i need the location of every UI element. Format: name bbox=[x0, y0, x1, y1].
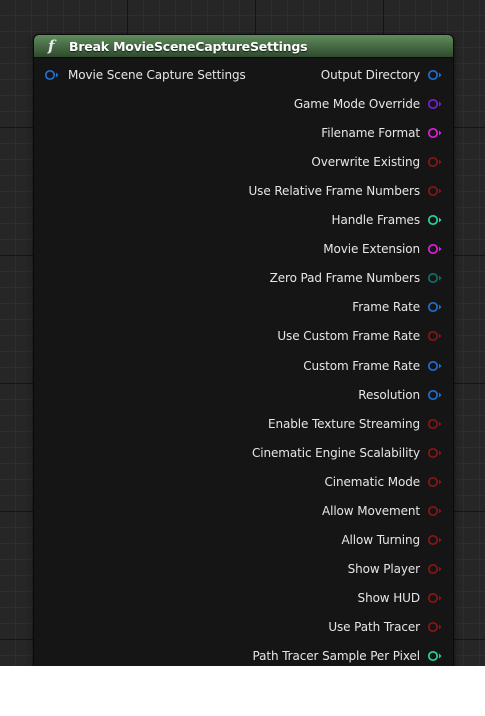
output-pin-label: Custom Frame Rate bbox=[303, 358, 420, 373]
output-pin-row[interactable]: Cinematic Engine Scalability bbox=[252, 443, 443, 463]
output-pin-row[interactable]: Use Custom Frame Rate bbox=[277, 326, 443, 346]
output-pin-label: Use Relative Frame Numbers bbox=[248, 184, 421, 199]
output-pin-label: Zero Pad Frame Numbers bbox=[269, 271, 420, 286]
bool-pin-icon[interactable] bbox=[427, 563, 443, 575]
output-pin-label: Handle Frames bbox=[331, 213, 421, 228]
output-pin-label: Show Player bbox=[347, 561, 421, 576]
output-pin-label: Use Path Tracer bbox=[328, 620, 420, 634]
bool-pin-icon[interactable] bbox=[427, 534, 443, 546]
struct-pin-icon[interactable] bbox=[427, 360, 443, 372]
output-pin-row[interactable]: Handle Frames bbox=[332, 210, 443, 230]
input-pin-row[interactable]: Movie Scene Capture Settings bbox=[44, 65, 246, 85]
output-pin-row[interactable]: Movie Extension bbox=[323, 239, 443, 259]
class-pin-icon[interactable] bbox=[427, 98, 443, 110]
output-pin-label: Resolution bbox=[358, 387, 420, 402]
struct-pin-icon[interactable] bbox=[427, 301, 443, 313]
bool-pin-icon[interactable] bbox=[427, 505, 443, 517]
output-pin-row[interactable]: Cinematic Mode bbox=[325, 472, 444, 492]
node-title: Break MovieSceneCaptureSettings bbox=[69, 38, 308, 54]
int-pin-icon[interactable] bbox=[427, 650, 443, 662]
output-pin-label: Movie Extension bbox=[323, 242, 420, 257]
bool-pin-icon[interactable] bbox=[427, 418, 443, 430]
bool-pin-icon[interactable] bbox=[427, 592, 443, 604]
output-pin-row[interactable]: Resolution bbox=[358, 385, 443, 405]
byte-pin-icon[interactable] bbox=[427, 272, 443, 284]
output-pin-label: Overwrite Existing bbox=[311, 155, 420, 170]
bool-pin-icon[interactable] bbox=[427, 156, 443, 168]
output-pin-row[interactable]: Custom Frame Rate bbox=[303, 356, 443, 376]
output-pin-row[interactable]: Allow Turning bbox=[341, 530, 443, 550]
output-pin-label: Allow Turning bbox=[341, 532, 420, 547]
output-pin-label: Filename Format bbox=[321, 126, 420, 141]
output-pin-row[interactable]: Overwrite Existing bbox=[311, 152, 443, 172]
break-struct-node[interactable]: f Break MovieSceneCaptureSettings Movie … bbox=[33, 34, 454, 666]
function-icon: f bbox=[48, 37, 55, 55]
struct-pin-icon[interactable] bbox=[44, 69, 60, 81]
output-pin-label: Allow Movement bbox=[321, 503, 420, 518]
string-pin-icon[interactable] bbox=[427, 243, 443, 255]
output-pin-row[interactable]: Filename Format bbox=[321, 123, 443, 143]
output-pin-label: Use Custom Frame Rate bbox=[277, 329, 420, 344]
output-pin-row[interactable]: Path Tracer Sample Per Pixel bbox=[253, 646, 443, 666]
output-pin-label: Game Mode Override bbox=[293, 97, 420, 111]
output-pin-label: Show HUD bbox=[357, 590, 421, 605]
output-pin-label: Frame Rate bbox=[352, 300, 420, 315]
node-header[interactable]: f Break MovieSceneCaptureSettings bbox=[34, 35, 453, 58]
bool-pin-icon[interactable] bbox=[427, 185, 443, 197]
output-pin-row[interactable]: Show Player bbox=[348, 559, 443, 579]
output-pin-row[interactable]: Frame Rate bbox=[352, 297, 443, 317]
string-pin-icon[interactable] bbox=[427, 127, 443, 139]
output-pin-row[interactable]: Show HUD bbox=[358, 588, 443, 608]
output-pin-row[interactable]: Zero Pad Frame Numbers bbox=[270, 268, 443, 288]
bool-pin-icon[interactable] bbox=[427, 330, 443, 342]
struct-pin-icon[interactable] bbox=[427, 69, 443, 81]
output-pin-label: Cinematic Engine Scalability bbox=[251, 445, 420, 460]
output-pin-label: Cinematic Mode bbox=[324, 474, 421, 489]
bool-pin-icon[interactable] bbox=[427, 447, 443, 459]
output-pin-row[interactable]: Use Path Tracer bbox=[328, 617, 443, 637]
output-pin-row[interactable]: Game Mode Override bbox=[294, 94, 443, 114]
output-pin-row[interactable]: Enable Texture Streaming bbox=[268, 414, 443, 434]
bool-pin-icon[interactable] bbox=[427, 621, 443, 633]
output-pin-label: Path Tracer Sample Per Pixel bbox=[252, 649, 421, 663]
struct-pin-icon[interactable] bbox=[427, 389, 443, 401]
output-pin-row[interactable]: Allow Movement bbox=[322, 501, 443, 521]
output-pin-row[interactable]: Use Relative Frame Numbers bbox=[249, 181, 444, 201]
input-pin-label: Movie Scene Capture Settings bbox=[68, 68, 246, 82]
output-pin-label: Output Directory bbox=[320, 68, 420, 82]
bool-pin-icon[interactable] bbox=[427, 476, 443, 488]
output-pin-row[interactable]: Output Directory bbox=[321, 65, 443, 85]
int-pin-icon[interactable] bbox=[427, 214, 443, 226]
graph-canvas[interactable]: f Break MovieSceneCaptureSettings Movie … bbox=[0, 0, 485, 666]
output-pin-label: Enable Texture Streaming bbox=[267, 416, 420, 431]
